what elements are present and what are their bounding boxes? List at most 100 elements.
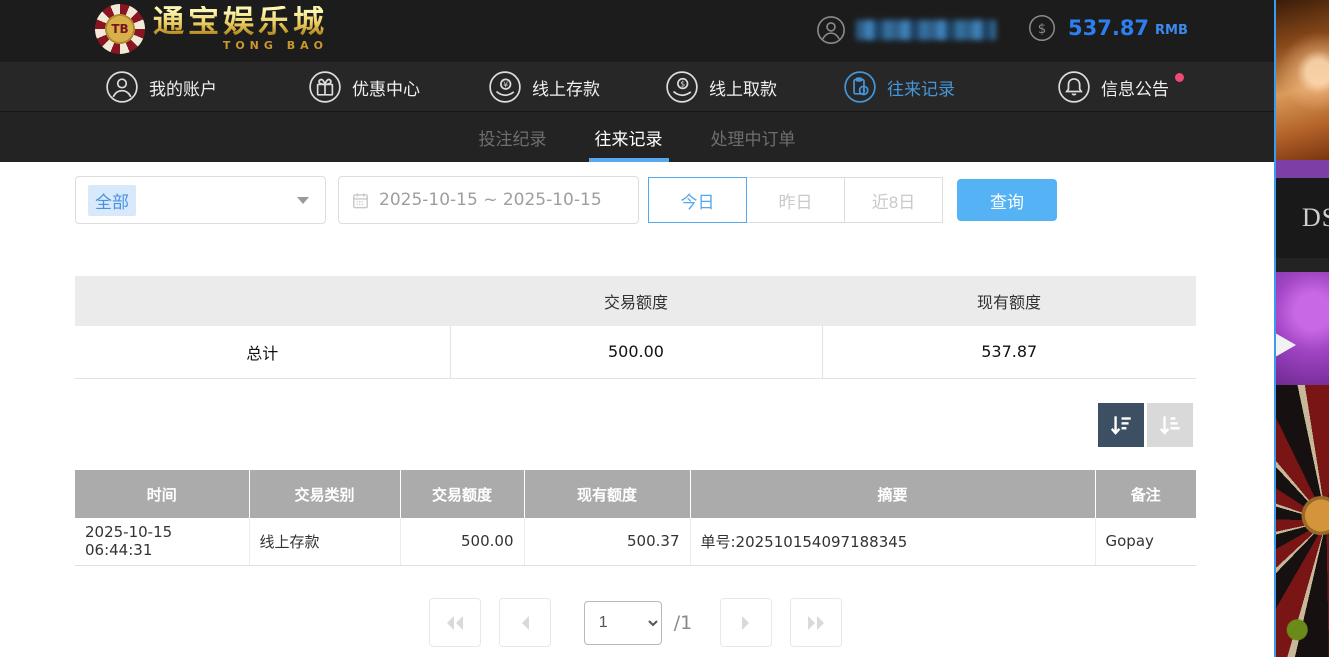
summary-current-balance: 537.87 [822,326,1196,378]
nav-item-announcements[interactable]: 信息公告 [1057,62,1184,112]
svg-text:$: $ [680,80,685,89]
main-navigation: 我的账户 优惠中心 ¥ 线上存款 $ 线上取款 往来记录 [0,62,1274,112]
chevron-down-icon [297,197,309,204]
promo-roulette-image [1276,385,1329,657]
logo-title: 通宝娱乐城 [153,6,328,39]
sort-ascending-button[interactable] [1147,403,1193,447]
tab-bet-records[interactable]: 投注纪录 [473,112,553,162]
filter-row: 全部 2025-10-15 ~ 2025-10-15 今日 昨日 近8日 查询 [75,176,1057,224]
username-blurred [856,20,996,40]
tab-label: 投注纪录 [479,125,547,150]
cell-transaction-type: 线上存款 [249,518,400,565]
page-select[interactable]: 1 [584,601,662,645]
user-icon [105,70,139,104]
cell-transaction-amount: 500.00 [400,518,524,565]
search-button[interactable]: 查询 [957,179,1057,221]
double-arrow-left-icon [443,614,467,632]
withdraw-icon: $ [665,70,699,104]
cell-time: 2025-10-15 06:44:31 [75,518,249,565]
today-button[interactable]: 今日 [648,177,747,223]
nav-item-my-account[interactable]: 我的账户 [105,62,217,112]
first-page-button[interactable] [429,598,481,647]
summary-total-row: 总计 500.00 537.87 [75,326,1196,378]
double-arrow-right-icon [804,614,828,632]
arrow-right-icon [737,614,755,632]
nav-label: 信息公告 [1101,75,1169,100]
calendar-icon [351,191,370,210]
nav-item-transaction-records[interactable]: 往来记录 [843,62,955,112]
quick-date-buttons: 今日 昨日 近8日 [648,176,943,223]
nav-label: 我的账户 [149,75,217,100]
tab-label: 处理中订单 [711,125,796,150]
col-summary: 摘要 [690,470,1095,518]
transaction-type-select[interactable]: 全部 [75,176,326,224]
tab-pending-orders[interactable]: 处理中订单 [705,112,802,162]
pagination: 1 /1 [75,598,1196,647]
summary-header-transaction-amount: 交易额度 [450,276,822,326]
logo-text: 通宝娱乐城 TONG BAO [153,6,328,52]
cell-current-balance: 500.37 [524,518,690,565]
nav-label: 往来记录 [887,75,955,100]
sort-asc-icon [1157,412,1183,438]
summary-header-current-balance: 现有额度 [822,276,1196,326]
page: TB 通宝娱乐城 TONG BAO $ 537.87 RMB [0,0,1329,657]
notification-badge [1175,73,1184,82]
col-remark: 备注 [1095,470,1196,518]
records-header-row: 时间 交易类别 交易额度 现有额度 摘要 备注 [75,470,1196,518]
summary-table: 交易额度 现有额度 总计 500.00 537.87 [75,276,1196,379]
nav-item-withdraw[interactable]: $ 线上取款 [665,62,777,112]
nav-label: 线上取款 [709,75,777,100]
col-transaction-amount: 交易额度 [400,470,524,518]
chip-label: TB [111,22,128,36]
user-avatar-icon [816,15,846,45]
last-page-button[interactable] [790,598,842,647]
last-8-days-button[interactable]: 近8日 [844,177,943,223]
selected-type: 全部 [88,185,136,216]
gift-icon [308,70,342,104]
deposit-icon: ¥ [488,70,522,104]
sub-tab-bar: 投注纪录 往来记录 处理中订单 [0,112,1274,162]
tab-label: 往来记录 [595,125,663,150]
promo-divider [1276,160,1329,178]
summary-total-label: 总计 [75,326,450,378]
date-range-value: 2025-10-15 ~ 2025-10-15 [379,190,602,210]
main-content: 全部 2025-10-15 ~ 2025-10-15 今日 昨日 近8日 查询 [0,162,1274,657]
sort-controls [1098,403,1193,447]
balance-amount: 537.87 [1068,16,1149,40]
cell-remark: Gopay [1095,518,1196,565]
svg-text:$: $ [1038,22,1047,37]
sort-desc-icon [1108,412,1134,438]
next-page-button[interactable] [720,598,772,647]
svg-text:¥: ¥ [503,80,508,89]
col-time: 时间 [75,470,249,518]
cell-summary: 单号:202510154097188345 [690,518,1095,565]
site-logo[interactable]: TB 通宝娱乐城 TONG BAO [95,4,328,54]
poker-chip-logo-icon: TB [95,4,145,54]
nav-item-deposit[interactable]: ¥ 线上存款 [488,62,600,112]
user-account[interactable] [816,15,996,45]
promo-banner[interactable]: DS [1274,0,1329,657]
nav-item-promotions[interactable]: 优惠中心 [308,62,420,112]
col-current-balance: 现有额度 [524,470,690,518]
promo-ds-logo: DS [1276,178,1329,258]
balance[interactable]: $ 537.87 RMB [1028,14,1188,42]
summary-header-row: 交易额度 现有额度 [75,276,1196,326]
nav-label: 优惠中心 [352,75,420,100]
promo-gap [1276,258,1329,272]
balance-currency: RMB [1155,23,1188,38]
total-pages-label: /1 [674,612,693,634]
records-table: 时间 交易类别 交易额度 现有额度 摘要 备注 2025-10-15 06:44… [75,470,1196,566]
col-transaction-type: 交易类别 [249,470,400,518]
top-header-bar: TB 通宝娱乐城 TONG BAO $ 537.87 RMB [0,0,1274,62]
promo-ds-text: DS [1276,203,1329,233]
promo-girl-image [1276,0,1329,160]
play-triangle-icon [1274,330,1296,360]
tab-transaction-records[interactable]: 往来记录 [589,112,669,162]
date-range-input[interactable]: 2025-10-15 ~ 2025-10-15 [338,176,639,224]
promo-magenta-section [1276,272,1329,385]
sort-descending-button[interactable] [1098,403,1144,447]
previous-page-button[interactable] [499,598,551,647]
nav-label: 线上存款 [532,75,600,100]
records-icon [843,70,877,104]
yesterday-button[interactable]: 昨日 [746,177,845,223]
